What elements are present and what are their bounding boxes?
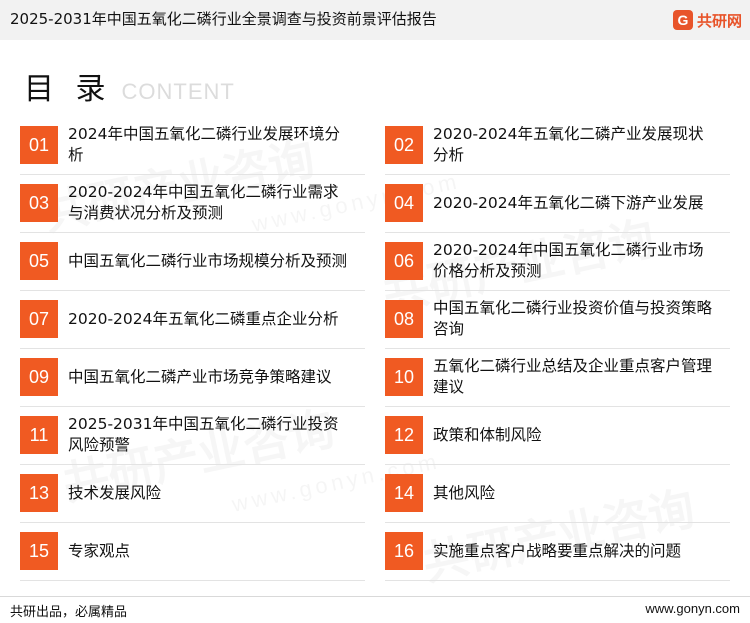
brand-logo[interactable]: G 共研网 <box>672 8 742 32</box>
toc-item-text: 2020-2024年五氧化二磷重点企业分析 <box>68 309 339 328</box>
toc-item-text: 五氧化二磷行业总结及企业重点客户管理建议 <box>433 357 713 396</box>
toc-item-13[interactable]: 13 技术发展风险 <box>20 468 365 523</box>
toc-number: 02 <box>385 126 423 164</box>
top-bar: 2025-2031年中国五氧化二磷行业全景调查与投资前景评估报告 G 共研网 <box>0 0 750 40</box>
toc-number: 12 <box>385 416 423 454</box>
toc-heading: 目 录 CONTENT <box>24 64 235 107</box>
toc-number: 14 <box>385 474 423 512</box>
toc-number: 15 <box>20 532 58 570</box>
toc-item-text: 2020-2024年中国五氧化二磷行业需求与消费状况分析及预测 <box>68 183 339 222</box>
toc-item-10[interactable]: 10 五氧化二磷行业总结及企业重点客户管理建议 <box>385 352 730 407</box>
toc-number: 07 <box>20 300 58 338</box>
toc-item-text: 2020-2024年五氧化二磷产业发展现状分析 <box>433 125 704 164</box>
toc-item-text: 2024年中国五氧化二磷行业发展环境分析 <box>68 125 340 164</box>
toc-item-text: 专家观点 <box>68 541 131 560</box>
toc-item-03[interactable]: 03 2020-2024年中国五氧化二磷行业需求与消费状况分析及预测 <box>20 178 365 233</box>
toc-item-12[interactable]: 12 政策和体制风险 <box>385 410 730 465</box>
toc-item-07[interactable]: 07 2020-2024年五氧化二磷重点企业分析 <box>20 294 365 349</box>
toc-item-text: 2020-2024年五氧化二磷下游产业发展 <box>433 193 704 212</box>
toc-number: 04 <box>385 184 423 222</box>
footer-website-link[interactable]: www.gonyn.com <box>645 601 740 616</box>
toc-item-text: 其他风险 <box>433 483 496 502</box>
toc-number: 11 <box>20 416 58 454</box>
footer: 共研出品，必属精品 www.gonyn.com <box>0 596 750 623</box>
report-title: 2025-2031年中国五氧化二磷行业全景调查与投资前景评估报告 <box>10 10 437 28</box>
logo-text: 共研网 <box>696 11 742 30</box>
toc-item-text: 政策和体制风险 <box>433 425 542 444</box>
toc-subtitle: CONTENT <box>121 79 235 104</box>
toc-item-text: 中国五氧化二磷行业投资价值与投资策略咨询 <box>433 299 713 338</box>
toc-number: 09 <box>20 358 58 396</box>
toc-number: 10 <box>385 358 423 396</box>
toc-number: 05 <box>20 242 58 280</box>
logo-icon: G <box>672 10 693 30</box>
toc-item-text: 2020-2024年中国五氧化二磷行业市场价格分析及预测 <box>433 241 704 280</box>
toc-item-11[interactable]: 11 2025-2031年中国五氧化二磷行业投资风险预警 <box>20 410 365 465</box>
toc-item-01[interactable]: 01 2024年中国五氧化二磷行业发展环境分析 <box>20 120 365 175</box>
toc-item-text: 实施重点客户战略要重点解决的问题 <box>433 541 682 560</box>
toc-number: 08 <box>385 300 423 338</box>
toc-number: 13 <box>20 474 58 512</box>
toc-item-05[interactable]: 05 中国五氧化二磷行业市场规模分析及预测 <box>20 236 365 291</box>
toc-item-text: 技术发展风险 <box>68 483 162 502</box>
toc-item-06[interactable]: 06 2020-2024年中国五氧化二磷行业市场价格分析及预测 <box>385 236 730 291</box>
toc-item-text: 中国五氧化二磷行业市场规模分析及预测 <box>68 251 348 270</box>
toc-number: 06 <box>385 242 423 280</box>
toc-title: 目 录 <box>24 72 112 107</box>
toc-item-16[interactable]: 16 实施重点客户战略要重点解决的问题 <box>385 526 730 581</box>
toc-item-text: 2025-2031年中国五氧化二磷行业投资风险预警 <box>68 415 339 454</box>
toc-item-14[interactable]: 14 其他风险 <box>385 468 730 523</box>
toc-item-04[interactable]: 04 2020-2024年五氧化二磷下游产业发展 <box>385 178 730 233</box>
toc-item-02[interactable]: 02 2020-2024年五氧化二磷产业发展现状分析 <box>385 120 730 175</box>
toc-number: 01 <box>20 126 58 164</box>
toc-item-09[interactable]: 09 中国五氧化二磷产业市场竞争策略建议 <box>20 352 365 407</box>
toc-number: 16 <box>385 532 423 570</box>
toc-number: 03 <box>20 184 58 222</box>
toc-item-15[interactable]: 15 专家观点 <box>20 526 365 581</box>
footer-slogan: 共研出品，必属精品 <box>10 605 128 620</box>
toc-item-08[interactable]: 08 中国五氧化二磷行业投资价值与投资策略咨询 <box>385 294 730 349</box>
toc-item-text: 中国五氧化二磷产业市场竞争策略建议 <box>68 367 332 386</box>
